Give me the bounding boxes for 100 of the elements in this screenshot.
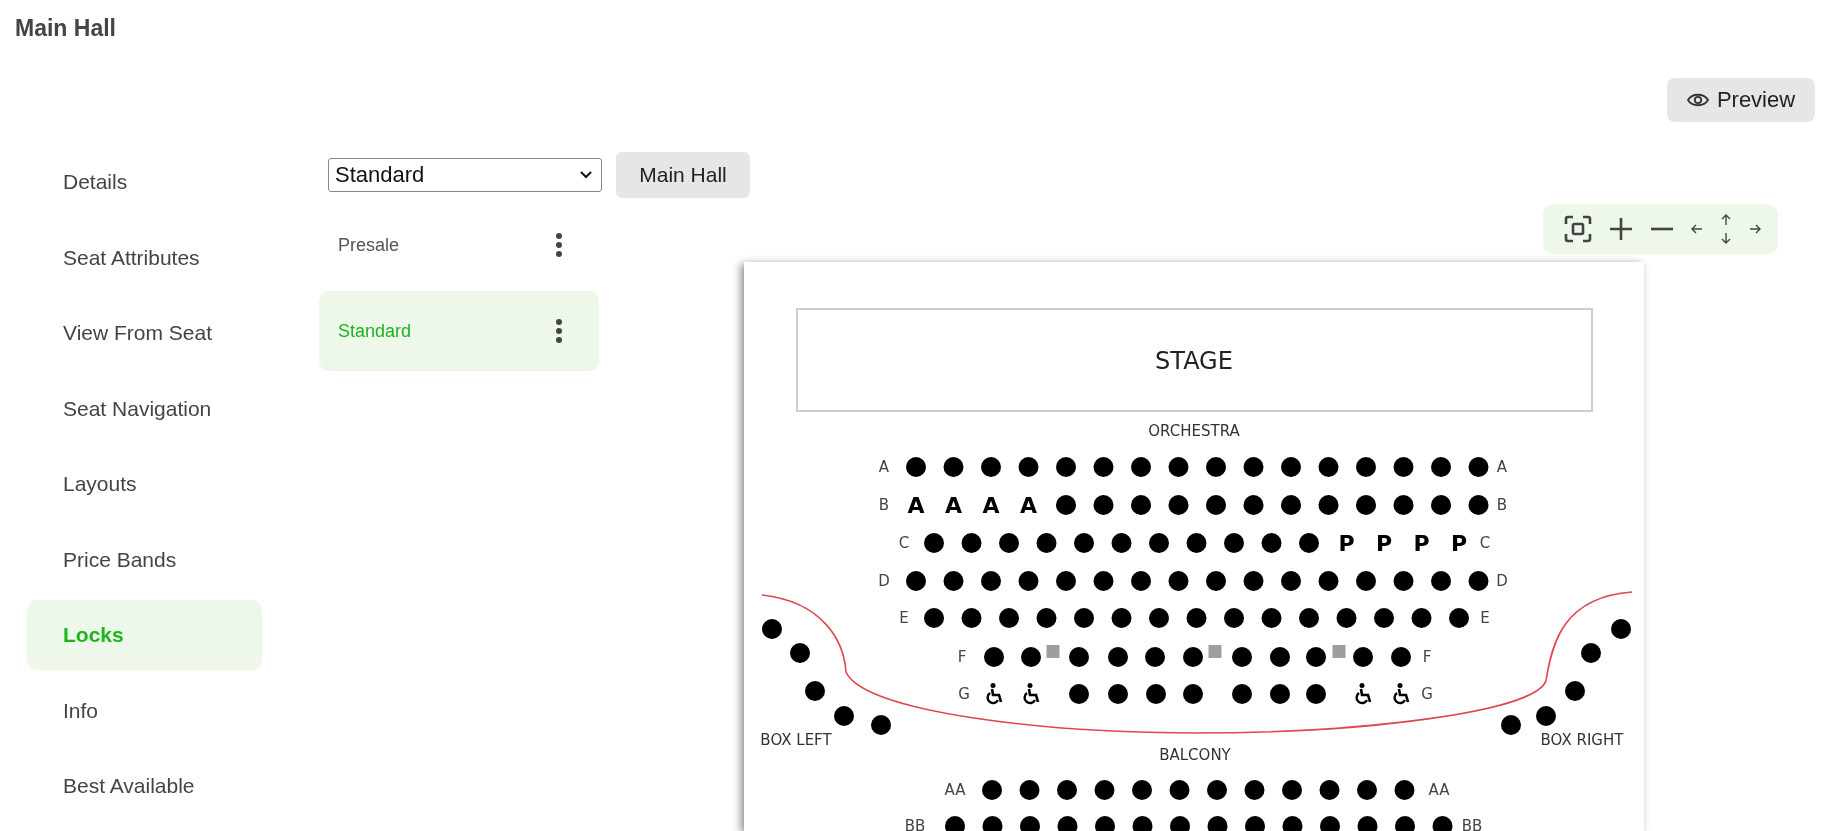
lock-list-item[interactable]: Presale xyxy=(319,205,599,285)
seat[interactable] xyxy=(1243,457,1264,477)
seat[interactable] xyxy=(1186,533,1207,553)
seat[interactable] xyxy=(1299,608,1319,628)
seat[interactable] xyxy=(871,715,891,735)
seat[interactable] xyxy=(1374,608,1394,628)
seat[interactable] xyxy=(1095,816,1115,831)
sidebar-item[interactable]: Seat Navigation xyxy=(27,373,262,444)
seat[interactable] xyxy=(1131,495,1151,515)
seat-letter[interactable]: P xyxy=(1338,531,1355,556)
seat[interactable] xyxy=(1281,495,1301,515)
seat-letter[interactable]: P xyxy=(1450,531,1468,556)
seat[interactable] xyxy=(1094,780,1115,800)
seat[interactable] xyxy=(1282,816,1303,831)
seat[interactable] xyxy=(1501,715,1521,735)
seat[interactable] xyxy=(1206,571,1226,591)
seat[interactable] xyxy=(1281,457,1301,477)
seat[interactable] xyxy=(1468,495,1489,515)
wheelchair-seat-icon[interactable] xyxy=(986,683,1003,705)
seat-letter[interactable]: P xyxy=(1375,531,1393,556)
seat[interactable] xyxy=(1468,457,1489,477)
seat[interactable] xyxy=(1183,647,1203,667)
seat[interactable] xyxy=(945,816,965,831)
seat[interactable] xyxy=(1149,608,1169,628)
seat[interactable] xyxy=(1074,608,1094,628)
seat[interactable] xyxy=(1320,816,1340,831)
seat[interactable] xyxy=(1168,495,1189,515)
sidebar-item[interactable]: Seat Attributes xyxy=(27,222,262,293)
seat[interactable] xyxy=(1168,571,1189,591)
seat[interactable] xyxy=(1224,608,1244,628)
seat[interactable] xyxy=(1319,780,1340,800)
seat[interactable] xyxy=(1111,533,1132,553)
seat[interactable] xyxy=(1270,684,1290,704)
seat[interactable] xyxy=(1149,533,1169,553)
seat[interactable] xyxy=(1018,457,1039,477)
seat[interactable] xyxy=(1056,457,1076,477)
seat[interactable] xyxy=(999,608,1019,628)
seat[interactable] xyxy=(1186,608,1207,628)
seat[interactable] xyxy=(1111,608,1132,628)
seat[interactable] xyxy=(984,647,1004,667)
seat[interactable] xyxy=(1169,780,1190,800)
seat[interactable] xyxy=(981,571,1001,591)
seat-letter[interactable]: A xyxy=(982,493,1000,518)
seat[interactable] xyxy=(1611,619,1631,639)
seat[interactable] xyxy=(1232,647,1252,667)
seat[interactable] xyxy=(982,780,1002,800)
seat[interactable] xyxy=(1108,684,1128,704)
seat[interactable] xyxy=(1132,816,1153,831)
seat[interactable] xyxy=(1019,780,1040,800)
seat[interactable] xyxy=(1224,533,1244,553)
seat[interactable] xyxy=(906,571,926,591)
seat[interactable] xyxy=(1244,780,1265,800)
seat[interactable] xyxy=(1432,816,1453,831)
seat[interactable] xyxy=(1431,571,1451,591)
seat[interactable] xyxy=(1391,647,1411,667)
pan-up-icon[interactable] xyxy=(1720,214,1733,226)
seat[interactable] xyxy=(999,533,1019,553)
seat[interactable] xyxy=(1356,457,1376,477)
fit-to-screen-icon[interactable] xyxy=(1563,215,1592,243)
seat[interactable] xyxy=(1036,533,1057,553)
seat[interactable] xyxy=(982,816,1003,831)
seat[interactable] xyxy=(1261,608,1282,628)
seat[interactable] xyxy=(1431,457,1451,477)
seat[interactable] xyxy=(1449,608,1469,628)
sidebar-item[interactable]: View From Seat xyxy=(27,298,262,368)
seat[interactable] xyxy=(924,608,944,628)
seat[interactable] xyxy=(1318,571,1339,591)
seat[interactable] xyxy=(1074,533,1094,553)
seat[interactable] xyxy=(1132,780,1152,800)
seat[interactable] xyxy=(1131,457,1151,477)
seat[interactable] xyxy=(1318,495,1339,515)
seat[interactable] xyxy=(906,457,926,477)
kebab-menu-icon[interactable] xyxy=(555,318,563,344)
seat[interactable] xyxy=(1353,647,1373,667)
seat[interactable] xyxy=(1056,571,1076,591)
seat[interactable] xyxy=(1020,816,1040,831)
seat[interactable] xyxy=(1243,495,1264,515)
seat[interactable] xyxy=(1056,495,1076,515)
seat[interactable] xyxy=(943,571,964,591)
seat[interactable] xyxy=(1306,647,1326,667)
seat[interactable] xyxy=(1170,816,1190,831)
seat[interactable] xyxy=(1057,780,1077,800)
seat[interactable] xyxy=(1093,495,1114,515)
seat[interactable] xyxy=(1357,780,1377,800)
seat[interactable] xyxy=(1093,457,1114,477)
seat[interactable] xyxy=(961,533,982,553)
kebab-menu-icon[interactable] xyxy=(555,232,563,258)
seat[interactable] xyxy=(1207,816,1228,831)
seat[interactable] xyxy=(1336,608,1357,628)
seat[interactable] xyxy=(1021,647,1041,667)
wheelchair-seat-icon[interactable] xyxy=(1355,683,1372,705)
seat[interactable] xyxy=(805,681,825,701)
seat[interactable] xyxy=(1018,571,1039,591)
seat[interactable] xyxy=(1057,816,1078,831)
seat[interactable] xyxy=(1206,457,1226,477)
seat[interactable] xyxy=(1069,647,1089,667)
seat[interactable] xyxy=(1146,684,1166,704)
seat[interactable] xyxy=(1299,533,1319,553)
sidebar-item[interactable]: Details xyxy=(27,147,262,217)
seat[interactable] xyxy=(1261,533,1282,553)
